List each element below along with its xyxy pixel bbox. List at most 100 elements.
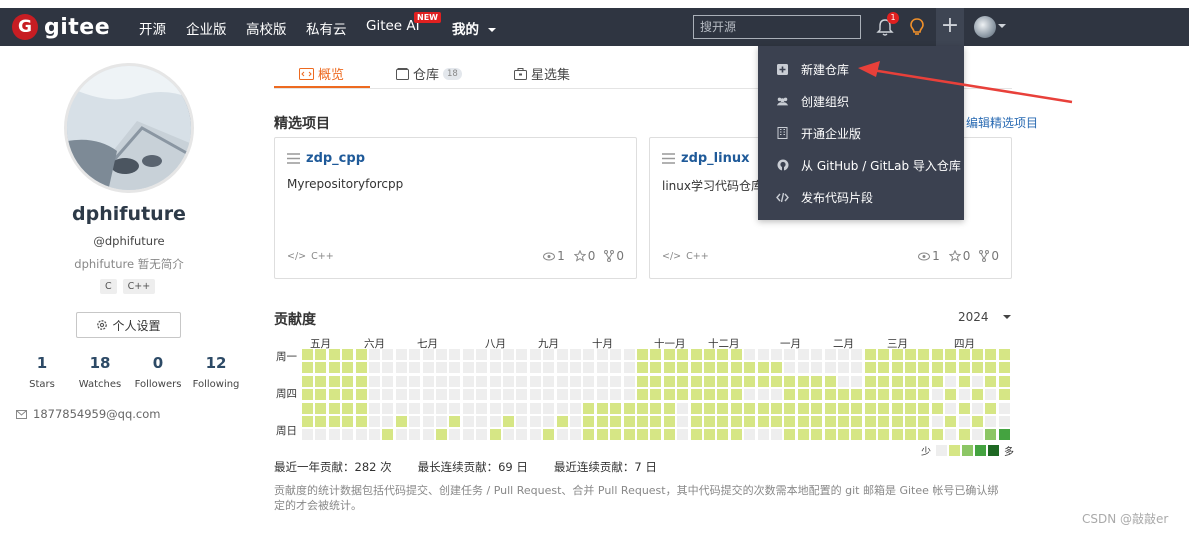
nav-item-enterprise[interactable]: 企业版 xyxy=(186,18,227,38)
contribution-cell xyxy=(623,375,635,387)
contribution-cell xyxy=(878,375,890,387)
contribution-cell xyxy=(503,375,514,387)
contribution-cell xyxy=(610,429,622,441)
contribution-cell xyxy=(449,416,461,427)
contribution-cell xyxy=(637,429,648,441)
contribution-cell xyxy=(972,375,983,387)
contribution-note: 贡献度的统计数据包括代码提交、创建任务 / Pull Request、合并 Pu… xyxy=(274,484,999,512)
code-icon: </> xyxy=(662,251,682,262)
contribution-cell xyxy=(771,429,782,441)
menu-icon xyxy=(662,153,675,164)
stat-watches[interactable]: 18 Watches xyxy=(70,354,130,390)
contribution-cell xyxy=(436,429,447,441)
profile-languages: C C++ xyxy=(100,279,156,294)
nav-item-gitee-ai[interactable]: Gitee AI xyxy=(366,18,420,34)
contribution-cell xyxy=(382,349,394,360)
overview-icon xyxy=(299,67,314,80)
contribution-cell xyxy=(730,375,742,387)
contribution-cell xyxy=(570,362,581,374)
gitee-logo[interactable]: G gitee xyxy=(12,14,110,40)
edit-featured-link[interactable]: 编辑精选项目 xyxy=(966,114,1038,131)
contribution-cell xyxy=(811,429,823,441)
contribution-cell xyxy=(663,429,675,441)
mail-icon xyxy=(16,409,27,419)
project-watches-count: 1 xyxy=(557,249,565,263)
contribution-cell xyxy=(543,389,555,401)
user-avatar-small[interactable] xyxy=(974,16,996,38)
day-label: 周日 xyxy=(276,425,297,437)
contribution-cell xyxy=(677,362,689,374)
contribution-cell xyxy=(556,416,568,427)
contribution-cell xyxy=(543,429,555,441)
menu-item-publish-snippet[interactable]: 发布代码片段 xyxy=(758,181,964,213)
menu-item-new-repository[interactable]: 新建仓库 xyxy=(758,53,964,85)
project-stars[interactable]: 0 xyxy=(573,249,595,263)
top-navbar: G gitee 开源 企业版 高校版 私有云 Gitee AI NEW 我的 1… xyxy=(0,8,1189,46)
project-forks[interactable]: 0 xyxy=(604,249,624,263)
contribution-cell xyxy=(851,416,863,427)
contribution-cell xyxy=(623,389,635,401)
tab-star-collections[interactable]: 星选集 xyxy=(514,64,570,83)
lightbulb-icon[interactable] xyxy=(908,17,926,37)
project-name-link[interactable]: zdp_cpp xyxy=(306,151,365,166)
project-stars-count: 0 xyxy=(962,249,971,263)
search-input[interactable] xyxy=(693,15,861,39)
contribution-cell xyxy=(797,429,809,441)
stat-following[interactable]: 12 Following xyxy=(186,354,246,390)
menu-item-import-repository[interactable]: 从 GitHub / GitLab 导入仓库 xyxy=(758,149,964,181)
nav-item-opensource[interactable]: 开源 xyxy=(139,18,166,38)
contribution-cell xyxy=(918,362,930,374)
contribution-cell xyxy=(382,416,394,427)
personal-settings-button[interactable]: 个人设置 xyxy=(76,312,181,338)
project-forks[interactable]: 0 xyxy=(979,249,999,263)
year-select-value: 2024 xyxy=(958,310,989,324)
contribution-cell xyxy=(436,362,447,374)
contribution-cell xyxy=(369,362,380,374)
profile-email[interactable]: 1877854959@qq.com xyxy=(16,407,160,421)
contribution-cell xyxy=(878,349,890,360)
project-name-link[interactable]: zdp_linux xyxy=(681,151,750,166)
nav-item-mine[interactable]: 我的 xyxy=(452,18,496,38)
contribution-cell xyxy=(838,375,849,387)
contribution-cell xyxy=(395,349,407,360)
contribution-cell xyxy=(958,429,970,441)
project-watches[interactable]: 1 xyxy=(543,249,565,263)
project-card-title: zdp_linux xyxy=(662,151,750,166)
project-stars[interactable]: 0 xyxy=(948,249,971,263)
contribution-cell xyxy=(462,429,474,441)
project-watches[interactable]: 1 xyxy=(918,249,940,263)
tab-repositories[interactable]: 仓库 18 xyxy=(396,64,462,83)
contribution-cell xyxy=(570,402,581,414)
contribution-cell xyxy=(905,416,916,427)
create-plus-button[interactable]: + xyxy=(936,8,964,46)
contribution-cell xyxy=(302,389,313,401)
tab-overview[interactable]: 概览 xyxy=(299,64,344,83)
nav-item-private-cloud[interactable]: 私有云 xyxy=(306,18,347,38)
tab-star-collections-label: 星选集 xyxy=(531,68,571,83)
contribution-cell xyxy=(342,429,354,441)
contribution-cell xyxy=(395,429,407,441)
project-language: </> C++ xyxy=(662,251,709,262)
contribution-cell xyxy=(985,349,997,360)
stat-followers[interactable]: 0 Followers xyxy=(128,354,188,390)
stat-stars[interactable]: 1 Stars xyxy=(12,354,72,390)
contribution-cell xyxy=(998,416,1010,427)
contribution-cell xyxy=(797,416,809,427)
contribution-cell xyxy=(355,389,367,401)
menu-item-enterprise[interactable]: 开通企业版 xyxy=(758,117,964,149)
contribution-cell xyxy=(663,402,675,414)
contribution-cell xyxy=(436,389,447,401)
year-select[interactable]: 2024 xyxy=(958,310,1011,324)
stat-value: 12 xyxy=(205,354,227,372)
contribution-cell xyxy=(583,375,595,387)
menu-item-create-organization[interactable]: 创建组织 xyxy=(758,85,964,117)
contribution-cell xyxy=(596,416,608,427)
contribution-cell xyxy=(797,375,809,387)
project-card[interactable]: zdp_cpp Myrepositoryforcpp </> C++ 1 0 0 xyxy=(274,137,637,279)
contribution-cell xyxy=(449,362,461,374)
summary-longest-streak: 最长连续贡献：69 日 xyxy=(417,460,528,474)
nav-item-education[interactable]: 高校版 xyxy=(246,18,287,38)
contribution-cell xyxy=(369,402,380,414)
contribution-cell xyxy=(462,362,474,374)
project-language: </> C++ xyxy=(287,251,334,262)
